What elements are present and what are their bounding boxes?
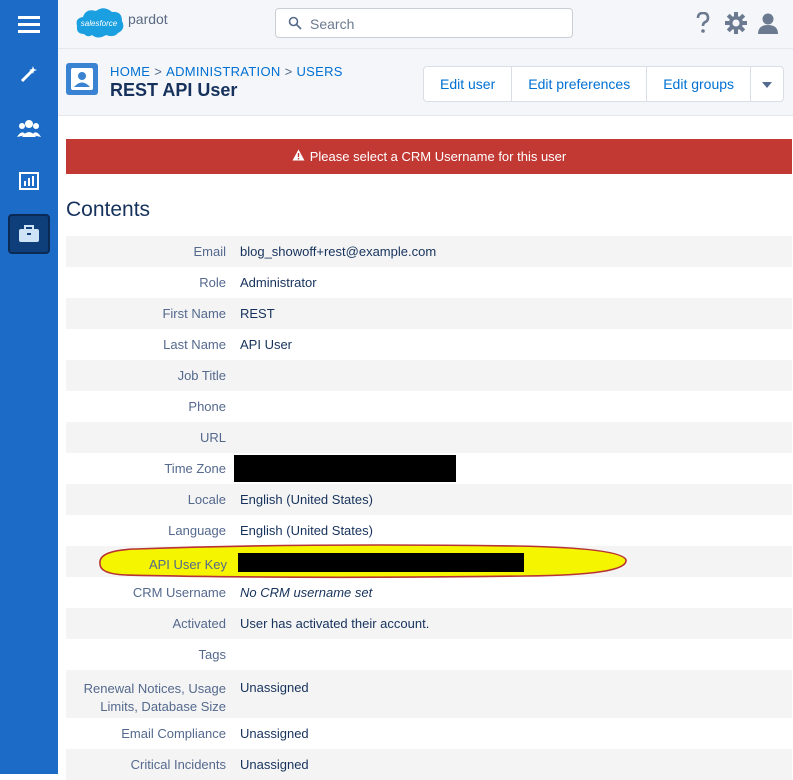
- crm-username-alert: Please select a CRM Username for this us…: [66, 139, 792, 174]
- detail-row-crm-username: CRM Username No CRM username set: [66, 577, 792, 608]
- row-value: blog_showoff+rest@example.com: [240, 244, 437, 259]
- edit-groups-button[interactable]: Edit groups: [647, 67, 752, 101]
- detail-row-job-title: Job Title: [66, 360, 792, 391]
- page-title: REST API User: [110, 80, 238, 100]
- edit-user-button[interactable]: Edit user: [424, 67, 513, 101]
- wand-icon[interactable]: [9, 56, 49, 92]
- row-label: Tags: [198, 647, 226, 662]
- api-user-key-label-overlay: API User Key: [148, 557, 227, 572]
- briefcase-icon[interactable]: [8, 214, 50, 254]
- row-label: Email: [193, 244, 226, 259]
- warning-icon: [292, 149, 305, 164]
- row-value: Unassigned: [240, 757, 309, 772]
- row-value: Unassigned: [240, 680, 309, 695]
- detail-row-activated: Activated User has activated their accoun…: [66, 608, 792, 639]
- product-name: pardot: [128, 11, 168, 27]
- contents-title: Contents: [66, 198, 151, 221]
- row-label: Renewal Notices, Usage Limits, Database …: [83, 681, 226, 714]
- logo-word: salesforce: [81, 19, 118, 28]
- row-label: First Name: [162, 306, 226, 321]
- detail-row-tags: Tags: [66, 639, 792, 670]
- detail-row-email-compliance: Email Compliance Unassigned: [66, 718, 792, 749]
- people-icon[interactable]: [9, 110, 49, 146]
- chevron-down-icon: [761, 76, 773, 92]
- alert-message: Please select a CRM Username for this us…: [309, 149, 567, 164]
- user-details-table: Email blog_showoff+rest@example.com Role A…: [66, 236, 792, 780]
- detail-row-email: Email blog_showoff+rest@example.com: [66, 236, 792, 267]
- breadcrumb-sep: >: [154, 64, 163, 79]
- row-label: CRM Username: [132, 585, 226, 600]
- search-box[interactable]: [275, 8, 573, 38]
- help-icon[interactable]: [695, 11, 711, 39]
- breadcrumb-home[interactable]: HOME: [110, 64, 150, 79]
- search-icon: [288, 16, 302, 35]
- row-value: API User: [240, 337, 293, 352]
- row-label: Last Name: [163, 337, 226, 352]
- redacted-time-zone: [234, 455, 456, 482]
- chart-icon[interactable]: [9, 163, 49, 199]
- row-label: Phone: [188, 399, 226, 414]
- gear-icon[interactable]: [725, 12, 747, 39]
- row-value: REST: [240, 306, 275, 321]
- row-value: English (United States): [240, 523, 373, 538]
- pardot-logo[interactable]: salesforce pardot: [74, 2, 194, 42]
- detail-row-renewal-notices: Renewal Notices, Usage Limits, Database …: [66, 670, 792, 718]
- action-button-group: Edit user Edit preferences Edit groups: [423, 66, 785, 102]
- row-label: Role: [199, 275, 226, 290]
- breadcrumb-users[interactable]: USERS: [296, 64, 342, 79]
- page-header: HOME > ADMINISTRATION > USERS REST API User …: [58, 49, 793, 116]
- row-value: No CRM username set: [240, 585, 373, 600]
- row-value: User has activated their account.: [240, 616, 430, 631]
- detail-row-first-name: First Name REST: [66, 298, 792, 329]
- top-bar: salesforce pardot: [58, 0, 793, 49]
- row-label: Critical Incidents: [130, 757, 226, 772]
- avatar-icon: [66, 63, 98, 95]
- detail-row-url: URL: [66, 422, 792, 453]
- menu-icon[interactable]: [9, 6, 49, 42]
- more-actions-button[interactable]: [751, 67, 783, 101]
- detail-row-role: Role Administrator: [66, 267, 792, 298]
- user-icon[interactable]: [757, 12, 779, 39]
- row-value: Administrator: [240, 275, 317, 290]
- breadcrumb: HOME > ADMINISTRATION > USERS: [110, 64, 343, 79]
- row-value: English (United States): [240, 492, 373, 507]
- detail-row-last-name: Last Name API User: [66, 329, 792, 360]
- detail-row-critical-incidents: Critical Incidents Unassigned: [66, 749, 792, 780]
- row-label: Job Title: [177, 368, 226, 383]
- left-nav: [0, 0, 58, 774]
- row-label: URL: [199, 430, 226, 445]
- redacted-api-user-key: [238, 553, 524, 572]
- row-label: Language: [168, 523, 226, 538]
- breadcrumb-administration[interactable]: ADMINISTRATION: [166, 64, 280, 79]
- row-value: Unassigned: [240, 726, 309, 741]
- row-label: Activated: [172, 616, 226, 631]
- search-input[interactable]: [308, 14, 562, 34]
- row-label: Email Compliance: [121, 726, 226, 741]
- detail-row-phone: Phone: [66, 391, 792, 422]
- detail-row-locale: Locale English (United States): [66, 484, 792, 515]
- row-label: Time Zone: [164, 461, 226, 476]
- breadcrumb-sep: >: [284, 64, 293, 79]
- edit-preferences-button[interactable]: Edit preferences: [512, 67, 648, 101]
- row-label: Locale: [187, 492, 226, 507]
